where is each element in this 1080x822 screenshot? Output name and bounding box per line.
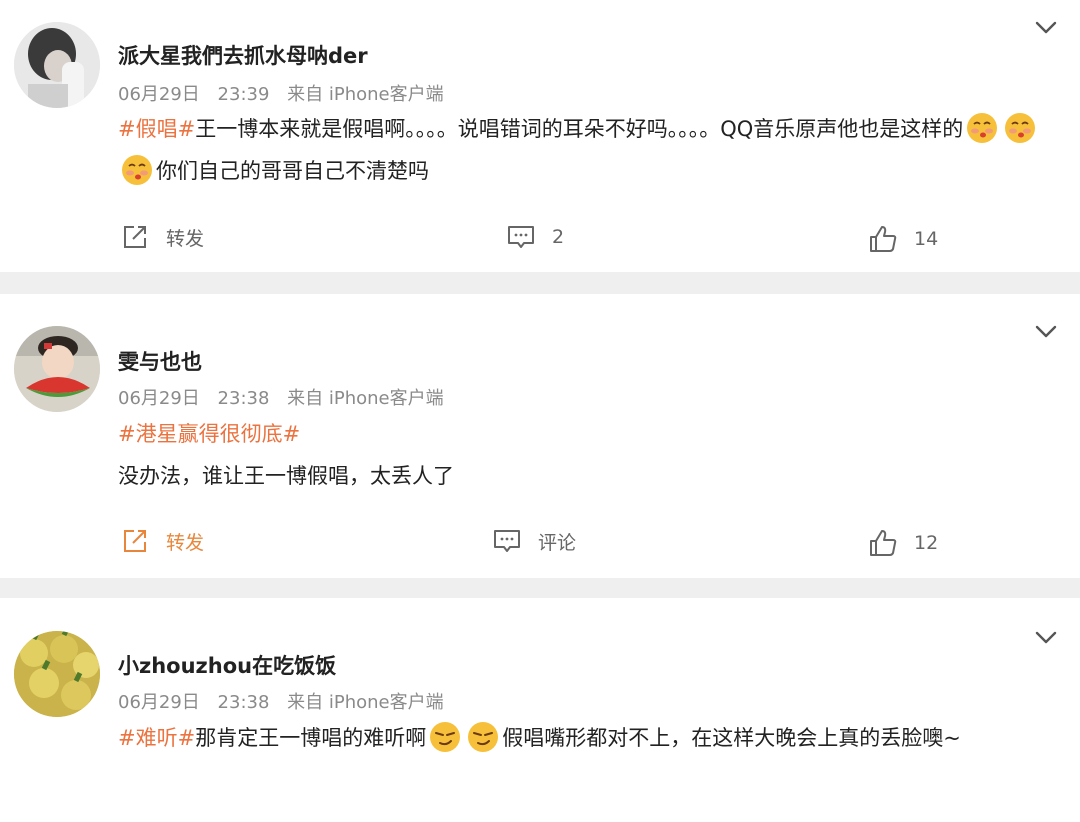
comment-button[interactable]: 2 — [506, 222, 564, 252]
comment-label: 评论 — [538, 531, 577, 554]
kiss-face-icon — [122, 155, 152, 185]
like-button[interactable]: 12 — [868, 528, 938, 558]
post-text-end: 你们自己的哥哥自己不清楚吗 — [156, 159, 429, 183]
comment-icon — [508, 226, 534, 248]
post-text: 没办法，谁让王一博假唱，太丢人了 — [118, 464, 454, 488]
avatar-photo — [14, 631, 100, 717]
username[interactable]: 小zhouzhou在吃饭饭 — [118, 650, 336, 680]
post-date: 06月29日 — [118, 388, 200, 409]
kiss-face-icon — [967, 113, 998, 143]
post-time: 23:39 — [217, 84, 270, 105]
hashtag-link[interactable]: #假唱# — [118, 117, 195, 141]
post-meta: 06月29日 23:39 来自 iPhone客户端 — [118, 80, 456, 106]
like-count: 14 — [914, 228, 939, 250]
avatar-photo — [14, 326, 100, 412]
chevron-down-icon[interactable] — [1034, 20, 1058, 36]
hashtag-link[interactable]: #难听# — [118, 726, 195, 750]
post-meta: 06月29日 23:38 来自 iPhone客户端 — [118, 384, 456, 410]
post-meta: 06月29日 23:38 来自 iPhone客户端 — [118, 688, 456, 714]
repost-icon — [124, 530, 146, 552]
post-body: #难听#那肯定王一博唱的难听啊 假唱嘴形都对不上，在这样大晚会上真的丢脸噢~ — [118, 717, 1053, 759]
avatar[interactable] — [14, 22, 100, 108]
username[interactable]: 派大星我們去抓水母呐der — [118, 40, 368, 70]
post-date: 06月29日 — [118, 84, 200, 105]
post-card: 小zhouzhou在吃饭饭 06月29日 23:38 来自 iPhone客户端 … — [0, 598, 1080, 822]
chevron-down-icon[interactable] — [1034, 630, 1058, 646]
post-text: 那肯定王一博唱的难听啊 — [195, 726, 427, 750]
repost-label: 转发 — [166, 531, 205, 554]
repost-button[interactable]: 转发 — [120, 222, 204, 252]
avatar[interactable] — [14, 326, 100, 412]
post-text: 王一博本来就是假唱啊。。。。说唱错词的耳朵不好吗。。。。QQ音乐原声他也是这样的 — [195, 117, 964, 141]
kiss-face-icon — [1005, 113, 1036, 143]
comment-count: 2 — [552, 226, 565, 248]
thumbs-up-icon — [870, 530, 897, 556]
smirk-face-icon — [430, 722, 461, 752]
avatar[interactable] — [14, 631, 100, 717]
post-separator — [0, 272, 1080, 294]
repost-icon — [124, 226, 146, 248]
comment-icon — [494, 530, 520, 552]
post-body: #港星赢得很彻底# 没办法，谁让王一博假唱，太丢人了 — [118, 413, 1053, 497]
repost-label: 转发 — [166, 227, 205, 250]
post-source: 来自 iPhone客户端 — [287, 388, 444, 409]
repost-button[interactable]: 转发 — [120, 526, 204, 556]
post-body: #假唱#王一博本来就是假唱啊。。。。说唱错词的耳朵不好吗。。。。QQ音乐原声他也… — [118, 108, 1053, 192]
post-source: 来自 iPhone客户端 — [287, 692, 444, 713]
post-time: 23:38 — [217, 388, 270, 409]
post-card: 派大星我們去抓水母呐der 06月29日 23:39 来自 iPhone客户端 … — [0, 0, 1080, 272]
like-button[interactable]: 14 — [868, 224, 938, 254]
post-text-end: 假唱嘴形都对不上，在这样大晚会上真的丢脸噢~ — [502, 726, 961, 750]
post-date: 06月29日 — [118, 692, 200, 713]
post-separator — [0, 578, 1080, 598]
thumbs-up-icon — [870, 226, 897, 252]
avatar-photo — [14, 22, 100, 108]
post-card: 雯与也也 06月29日 23:38 来自 iPhone客户端 #港星赢得很彻底#… — [0, 294, 1080, 578]
post-time: 23:38 — [217, 692, 270, 713]
chevron-down-icon[interactable] — [1034, 324, 1058, 340]
hashtag-link[interactable]: #港星赢得很彻底# — [118, 422, 300, 446]
comment-button[interactable]: 评论 — [492, 526, 576, 556]
smirk-face-icon — [468, 722, 499, 752]
username[interactable]: 雯与也也 — [118, 346, 202, 376]
like-count: 12 — [914, 532, 939, 554]
post-source: 来自 iPhone客户端 — [287, 84, 444, 105]
